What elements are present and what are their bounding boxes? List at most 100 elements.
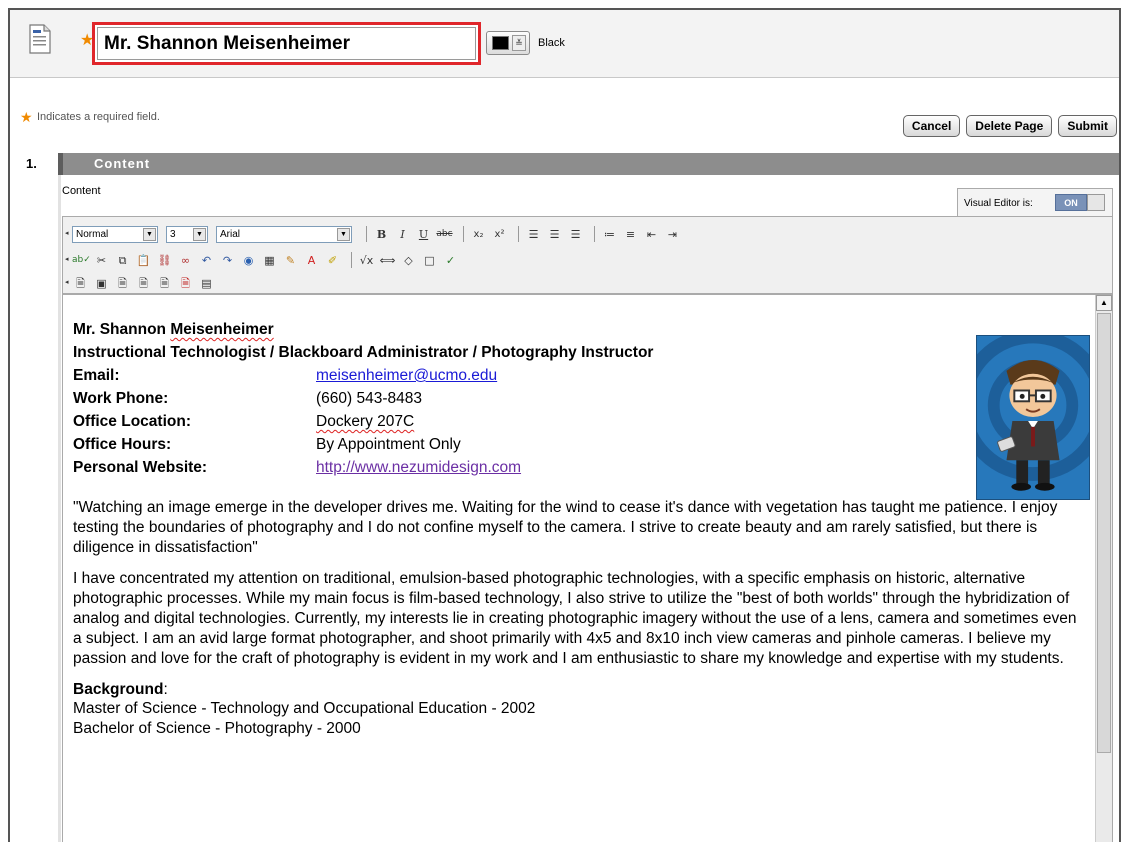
name-first: Mr. Shannon: [73, 321, 171, 338]
website-link[interactable]: http://www.nezumidesign.com: [316, 459, 521, 476]
section-bar-accent: [58, 153, 63, 175]
font-family-select[interactable]: Arial ▼: [216, 225, 352, 243]
content-label: Content: [62, 185, 101, 197]
editor-toolbar: ◂ Normal ▼ 3 ▼ Arial ▼ B I U abc x₂ x² ☰ ☰ …: [62, 216, 1113, 294]
info-label: Email:: [73, 367, 120, 384]
section-title: Content: [58, 153, 1119, 175]
color-label: Black: [538, 37, 565, 49]
highlight-icon[interactable]: ✐: [324, 252, 341, 269]
unlink-icon[interactable]: ⛓: [156, 252, 173, 269]
required-star-icon: ★: [20, 110, 33, 126]
toolbar-separator: [366, 226, 367, 242]
page-title-input[interactable]: [97, 27, 476, 60]
toolbar-row-1: ◂ Normal ▼ 3 ▼ Arial ▼ B I U abc x₂ x² ☰ ☰ …: [65, 223, 685, 245]
font-family-value: Arial: [220, 228, 241, 240]
page-frame: ★ ≚ Black ★ Indicates a required field. …: [8, 8, 1121, 842]
pencil-icon[interactable]: ✎: [282, 252, 299, 269]
font-size-value: 3: [170, 228, 176, 240]
strikethrough-icon[interactable]: abc: [436, 226, 453, 243]
insert-mashup-icon[interactable]: ▤: [198, 275, 215, 292]
visual-editor-on-button[interactable]: ON: [1055, 194, 1087, 211]
subscript-icon[interactable]: x₂: [470, 226, 487, 243]
insert-pdf-icon[interactable]: 🗎: [177, 275, 194, 292]
bold-icon[interactable]: B: [373, 226, 390, 243]
link-icon[interactable]: ∞: [177, 252, 194, 269]
info-label: Office Location:: [73, 413, 191, 430]
fullscreen-icon[interactable]: □: [421, 252, 438, 269]
cancel-button[interactable]: Cancel: [902, 115, 961, 137]
info-row-website: Personal Website: http://www.nezumidesig…: [73, 459, 1088, 482]
chevron-down-icon: ▼: [193, 227, 206, 241]
underline-icon[interactable]: U: [415, 226, 432, 243]
toolbar-grip-icon: ◂: [65, 230, 69, 237]
info-label: Office Hours:: [73, 436, 172, 453]
chevron-down-icon: ▼: [337, 227, 350, 241]
info-value: (660) 543-8483: [316, 390, 422, 407]
cut-icon[interactable]: ✂: [93, 252, 110, 269]
copy-icon[interactable]: ⧉: [114, 252, 131, 269]
globe-icon[interactable]: ◉: [240, 252, 257, 269]
document-body: Mr. Shannon Meisenheimer Instructional T…: [73, 321, 1088, 739]
insert-flash-icon[interactable]: 🗎: [156, 275, 173, 292]
info-value: meisenheimer@ucmo.edu: [316, 367, 497, 390]
superscript-icon[interactable]: x²: [491, 226, 508, 243]
vertical-scrollbar[interactable]: ▲: [1095, 295, 1112, 842]
insert-file-icon[interactable]: 🗎: [72, 275, 89, 292]
paste-icon[interactable]: 📋: [135, 252, 152, 269]
delete-page-button[interactable]: Delete Page: [966, 115, 1053, 137]
page-icon: [29, 24, 51, 54]
info-row-hours: Office Hours: By Appointment Only: [73, 436, 1088, 459]
insert-media-icon[interactable]: 🗎: [114, 275, 131, 292]
align-right-icon[interactable]: ☰: [567, 226, 584, 243]
info-label: Work Phone:: [73, 390, 169, 407]
redo-icon[interactable]: ↷: [219, 252, 236, 269]
color-swatch: [492, 36, 509, 50]
required-note: Indicates a required field.: [37, 111, 160, 123]
text-color-icon[interactable]: A: [303, 252, 320, 269]
chevron-down-icon: ▼: [143, 227, 156, 241]
background-title: Background: [73, 681, 164, 699]
scroll-up-icon[interactable]: ▲: [1096, 295, 1112, 311]
editor-content[interactable]: ▲ Mr. Shannon Meisenheimer Instructional…: [62, 294, 1113, 842]
indent-icon[interactable]: ⇥: [664, 226, 681, 243]
insert-image-icon[interactable]: ▣: [93, 275, 110, 292]
math-icon[interactable]: √x: [358, 252, 375, 269]
preview-icon[interactable]: ✓: [442, 252, 459, 269]
toolbar-grip-icon: ◂: [65, 279, 69, 286]
info-row-email: Email: meisenheimer@ucmo.edu: [73, 367, 1088, 390]
format-select[interactable]: Normal ▼: [72, 225, 158, 243]
instructor-name: Mr. Shannon Meisenheimer: [73, 321, 1088, 344]
font-size-select[interactable]: 3 ▼: [166, 225, 208, 243]
visual-editor-off-button[interactable]: [1087, 194, 1105, 211]
section-number: 1.: [12, 153, 58, 175]
scroll-thumb[interactable]: [1097, 313, 1111, 753]
title-color-picker[interactable]: ≚: [486, 31, 530, 55]
toolbar-row-3: ◂ 🗎 ▣ 🗎 🗎 🗎 🗎 ▤: [65, 272, 219, 294]
insert-audio-icon[interactable]: 🗎: [135, 275, 152, 292]
html-source-icon[interactable]: ◇: [400, 252, 417, 269]
instructor-position: Instructional Technologist / Blackboard …: [73, 344, 654, 361]
background-line: Bachelor of Science - Photography - 2000: [73, 720, 361, 738]
submit-button[interactable]: Submit: [1058, 115, 1117, 137]
section-left-rail: [58, 175, 61, 842]
undo-icon[interactable]: ↶: [198, 252, 215, 269]
bullet-list-icon[interactable]: ≡: [622, 226, 639, 243]
italic-icon[interactable]: I: [394, 226, 411, 243]
info-row-office: Office Location: Dockery 207C: [73, 413, 1088, 436]
page-header: ★ ≚ Black: [10, 10, 1119, 78]
spellcheck-icon[interactable]: ab✓: [72, 252, 91, 269]
email-link[interactable]: meisenheimer@ucmo.edu: [316, 367, 497, 384]
info-value: By Appointment Only: [316, 436, 461, 453]
numbered-list-icon[interactable]: ≔: [601, 226, 618, 243]
embed-icon[interactable]: ⟺: [379, 252, 396, 269]
outdent-icon[interactable]: ⇤: [643, 226, 660, 243]
visual-editor-toggle: Visual Editor is: ON: [957, 188, 1113, 216]
table-icon[interactable]: ▦: [261, 252, 278, 269]
info-row-phone: Work Phone: (660) 543-8483: [73, 390, 1088, 413]
toolbar-separator: [594, 226, 595, 242]
align-left-icon[interactable]: ☰: [525, 226, 542, 243]
align-center-icon[interactable]: ☰: [546, 226, 563, 243]
toolbar-separator: [463, 226, 464, 242]
chevron-down-icon[interactable]: ≚: [512, 35, 526, 51]
quote-paragraph: "Watching an image emerge in the develop…: [73, 499, 1058, 556]
